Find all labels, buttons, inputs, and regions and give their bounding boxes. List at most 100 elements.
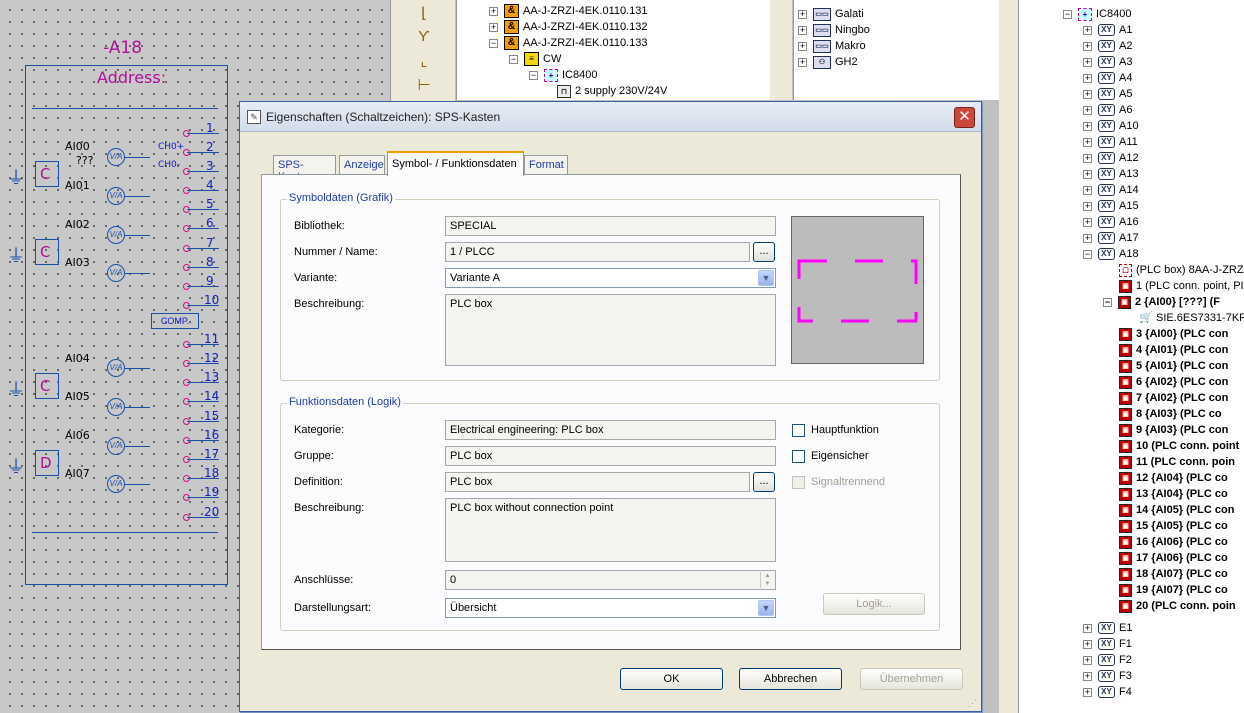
tree-item[interactable]: 🛒 SIE.6ES7331-7KF bbox=[1139, 310, 1244, 326]
splitter-right[interactable] bbox=[999, 0, 1018, 713]
expand-icon[interactable]: + bbox=[1083, 153, 1092, 163]
dialog-titlebar[interactable]: ✎ Eigenschaften (Schaltzeichen): SPS-Kas… bbox=[240, 102, 981, 132]
tab-anzeige[interactable]: Anzeige bbox=[339, 155, 385, 175]
cancel-button[interactable]: Abbrechen bbox=[739, 668, 842, 690]
tree-item[interactable]: + XY A12 bbox=[1083, 150, 1139, 166]
expand-icon[interactable]: + bbox=[798, 57, 807, 67]
display-type-select[interactable]: Übersicht ▼ bbox=[445, 598, 776, 618]
pin-connection-point[interactable] bbox=[183, 283, 190, 290]
tee-tool-icon[interactable]: ⊢ bbox=[413, 76, 435, 96]
tree-item[interactable]: + XY E1 bbox=[1083, 620, 1132, 636]
tree-item[interactable]: ▣ 6 {AI02} (PLC con bbox=[1119, 374, 1228, 390]
expand-icon[interactable]: + bbox=[1083, 105, 1092, 115]
tree-item[interactable]: + XY A5 bbox=[1083, 86, 1132, 102]
collapse-icon[interactable]: − bbox=[1103, 297, 1112, 307]
expand-icon[interactable]: + bbox=[1083, 169, 1092, 179]
tree-item[interactable]: + XY A2 bbox=[1083, 38, 1132, 54]
tree-item[interactable]: ▣ 13 {AI04} (PLC co bbox=[1119, 486, 1228, 502]
collapse-icon[interactable]: − bbox=[509, 54, 518, 64]
tree-item[interactable]: ▣ 4 {AI01} (PLC con bbox=[1119, 342, 1228, 358]
expand-icon[interactable]: + bbox=[1083, 25, 1092, 35]
tree-item[interactable]: + & AA-J-ZRZI-4EK.0110.131 bbox=[489, 3, 648, 19]
pin-connection-point[interactable] bbox=[183, 494, 190, 501]
tree-item[interactable]: + XY F1 bbox=[1083, 636, 1132, 652]
tree-item[interactable]: ▢ (PLC box) 8AA-J-ZRZ bbox=[1119, 262, 1244, 278]
pin-connection-point[interactable] bbox=[183, 437, 190, 444]
apply-button[interactable]: Übernehmen bbox=[860, 668, 963, 690]
expand-icon[interactable]: + bbox=[798, 9, 807, 19]
pin-connection-point[interactable] bbox=[183, 475, 190, 482]
expand-icon[interactable]: + bbox=[1083, 623, 1092, 633]
tree-item[interactable]: + XY A6 bbox=[1083, 102, 1132, 118]
tree-item[interactable]: ▣ 12 {AI04} (PLC co bbox=[1119, 470, 1228, 486]
expand-icon[interactable]: + bbox=[798, 25, 807, 35]
pin-connection-point[interactable] bbox=[183, 398, 190, 405]
expand-icon[interactable]: + bbox=[1083, 639, 1092, 649]
tree-item[interactable]: + XY A16 bbox=[1083, 214, 1139, 230]
expand-icon[interactable]: + bbox=[1083, 217, 1092, 227]
tree-item[interactable]: ▣ 11 (PLC conn. poin bbox=[1119, 454, 1235, 470]
pin-connection-point[interactable] bbox=[183, 418, 190, 425]
tree-item[interactable]: ▣ 15 {AI05} (PLC co bbox=[1119, 518, 1228, 534]
tree-item[interactable]: ▣ 18 {AI07} (PLC co bbox=[1119, 566, 1228, 582]
pin-connection-point[interactable] bbox=[183, 341, 190, 348]
tree-item[interactable]: − & AA-J-ZRZI-4EK.0110.133 bbox=[489, 35, 648, 51]
tree-item[interactable]: + XY A15 bbox=[1083, 198, 1139, 214]
tree-item[interactable]: ▣ 19 {AI07} (PLC co bbox=[1119, 582, 1228, 598]
expand-icon[interactable]: + bbox=[1083, 57, 1092, 67]
pin-connection-point[interactable] bbox=[183, 225, 190, 232]
tree-item[interactable]: + XY A11 bbox=[1083, 134, 1138, 150]
expand-icon[interactable]: + bbox=[1083, 121, 1092, 131]
pin-connection-point[interactable] bbox=[183, 130, 190, 137]
collapse-icon[interactable]: − bbox=[529, 70, 538, 80]
tab-symbol-funktionsdaten[interactable]: Symbol- / Funktionsdaten bbox=[387, 151, 524, 176]
collapse-icon[interactable]: − bbox=[1063, 9, 1072, 19]
pin-connection-point[interactable] bbox=[183, 168, 190, 175]
expand-icon[interactable]: + bbox=[1083, 89, 1092, 99]
expand-icon[interactable]: + bbox=[1083, 233, 1092, 243]
tree-item[interactable]: ▣ 14 {AI05} (PLC con bbox=[1119, 502, 1234, 518]
pin-connection-point[interactable] bbox=[183, 456, 190, 463]
expand-icon[interactable]: + bbox=[1083, 201, 1092, 211]
tree-item[interactable]: + XY F4 bbox=[1083, 684, 1132, 700]
signal-isolating-checkbox[interactable] bbox=[792, 476, 805, 489]
tree-item[interactable]: ▣ 20 (PLC conn. poin bbox=[1119, 598, 1236, 614]
tree-item[interactable]: + ⚇ GH2 bbox=[798, 54, 858, 70]
ok-button[interactable]: OK bbox=[620, 668, 723, 690]
expand-icon[interactable]: + bbox=[1083, 655, 1092, 665]
variant-select[interactable]: Variante A ▼ bbox=[445, 268, 776, 288]
tree-item[interactable]: − XY A18 bbox=[1083, 246, 1139, 262]
pin-connection-point[interactable] bbox=[183, 245, 190, 252]
expand-icon[interactable]: + bbox=[1083, 137, 1092, 147]
pin-connection-point[interactable] bbox=[183, 302, 190, 309]
tree-item[interactable]: + XY F2 bbox=[1083, 652, 1132, 668]
intrinsic-safe-checkbox[interactable] bbox=[792, 450, 805, 463]
tree-item[interactable]: − ≡ CW bbox=[509, 51, 561, 67]
tree-item[interactable]: + XY A1 bbox=[1083, 22, 1132, 38]
tree-item[interactable]: − ▣ 2 {AI00} [???] (F bbox=[1103, 294, 1220, 310]
splitter[interactable] bbox=[770, 0, 792, 100]
corner-tool-icon[interactable]: ⌞ bbox=[413, 52, 435, 72]
tree-item[interactable]: + XY A4 bbox=[1083, 70, 1132, 86]
tab-sps-kasten[interactable]: SPS-Kasten bbox=[273, 155, 336, 183]
expand-icon[interactable]: + bbox=[489, 6, 498, 16]
tree-item[interactable]: + ▭▭ Makro bbox=[798, 38, 866, 54]
expand-icon[interactable]: + bbox=[1083, 185, 1092, 195]
expand-icon[interactable]: + bbox=[489, 22, 498, 32]
tree-item[interactable]: + XY A17 bbox=[1083, 230, 1139, 246]
tab-format[interactable]: Format bbox=[524, 155, 568, 175]
angle-tool-icon[interactable]: ⌊ bbox=[413, 4, 435, 24]
expand-icon[interactable]: + bbox=[1083, 671, 1092, 681]
tree-item[interactable]: ▣ 1 (PLC conn. point, PI bbox=[1119, 278, 1244, 294]
tree-item[interactable]: − + IC8400 bbox=[1063, 6, 1131, 22]
tree-item[interactable]: + ▭▭ Ningbo bbox=[798, 22, 870, 38]
resize-grip-icon[interactable]: ⋰ bbox=[968, 698, 978, 708]
tree-item[interactable]: ⊓ 2 supply 230V/24V bbox=[557, 83, 667, 99]
pin-connection-point[interactable] bbox=[183, 206, 190, 213]
tree-item[interactable]: ▣ 3 {AI00} (PLC con bbox=[1119, 326, 1228, 342]
tree-item[interactable]: + XY A14 bbox=[1083, 182, 1139, 198]
number-browse-button[interactable]: ... bbox=[753, 242, 775, 262]
tree-item[interactable]: ▣ 5 {AI01} (PLC con bbox=[1119, 358, 1228, 374]
expand-icon[interactable]: + bbox=[1083, 687, 1092, 697]
pin-connection-point[interactable] bbox=[183, 514, 190, 521]
